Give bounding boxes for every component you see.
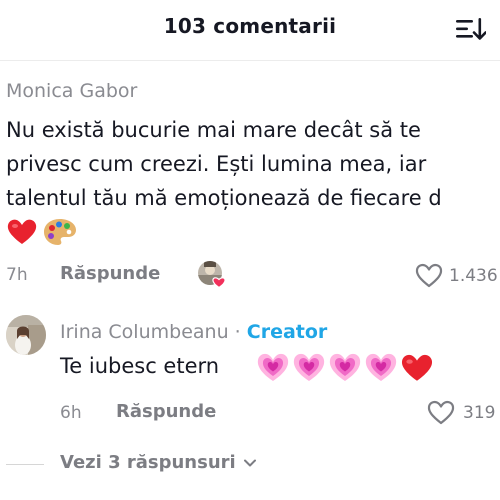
like-count: 319: [463, 403, 496, 423]
red-heart-icon: [401, 354, 433, 381]
author-name: Irina Columbeanu: [60, 321, 229, 343]
header-divider: [0, 60, 500, 61]
comment-text: Te iubesc etern: [60, 354, 219, 378]
chevron-down-icon: [243, 459, 256, 467]
comment-author[interactable]: Monica Gabor: [6, 80, 137, 102]
reply-button[interactable]: Răspunde: [116, 401, 216, 422]
comment-text-line: talentul tău mă emoționează de fiecare d: [6, 186, 442, 210]
comment-text-line: Nu există bucurie mai mare decât să te: [6, 118, 421, 142]
growing-heart-icon: [329, 353, 361, 381]
red-heart-icon: [7, 219, 37, 244]
view-replies-label: Vezi 3 răspunsuri: [60, 452, 236, 473]
creator-liked-badge: [198, 261, 226, 289]
comments-header: 103 comentarii: [0, 0, 500, 58]
replies-divider: [6, 464, 44, 465]
creator-badge: Creator: [246, 321, 328, 343]
artist-palette-icon: [44, 219, 76, 245]
comment-text: Nu există bucurie mai mare decât să te p…: [6, 113, 500, 215]
view-replies-button[interactable]: Vezi 3 răspunsuri: [60, 452, 257, 473]
growing-heart-icon: [257, 353, 289, 381]
like-heart-icon[interactable]: [426, 398, 456, 426]
growing-heart-icon: [293, 353, 325, 381]
comment-text-content: Te iubesc etern: [60, 354, 220, 378]
sort-descending-icon[interactable]: [454, 15, 487, 43]
comment-text-line: privesc cum creezi. Ești lumina mea, iar: [6, 152, 427, 176]
author-separator: ·: [228, 321, 247, 343]
like-count: 1.436: [449, 266, 498, 286]
comment-time: 7h: [6, 265, 28, 285]
comments-count-title: 103 comentarii: [163, 14, 337, 38]
growing-heart-icon: [365, 353, 397, 381]
comment-emojis: [256, 350, 436, 384]
like-heart-icon[interactable]: [414, 261, 444, 289]
avatar[interactable]: [6, 315, 46, 355]
comment-time: 6h: [60, 403, 82, 423]
reply-button[interactable]: Răspunde: [60, 263, 160, 284]
comment-author[interactable]: Irina Columbeanu · Creator: [60, 321, 327, 343]
